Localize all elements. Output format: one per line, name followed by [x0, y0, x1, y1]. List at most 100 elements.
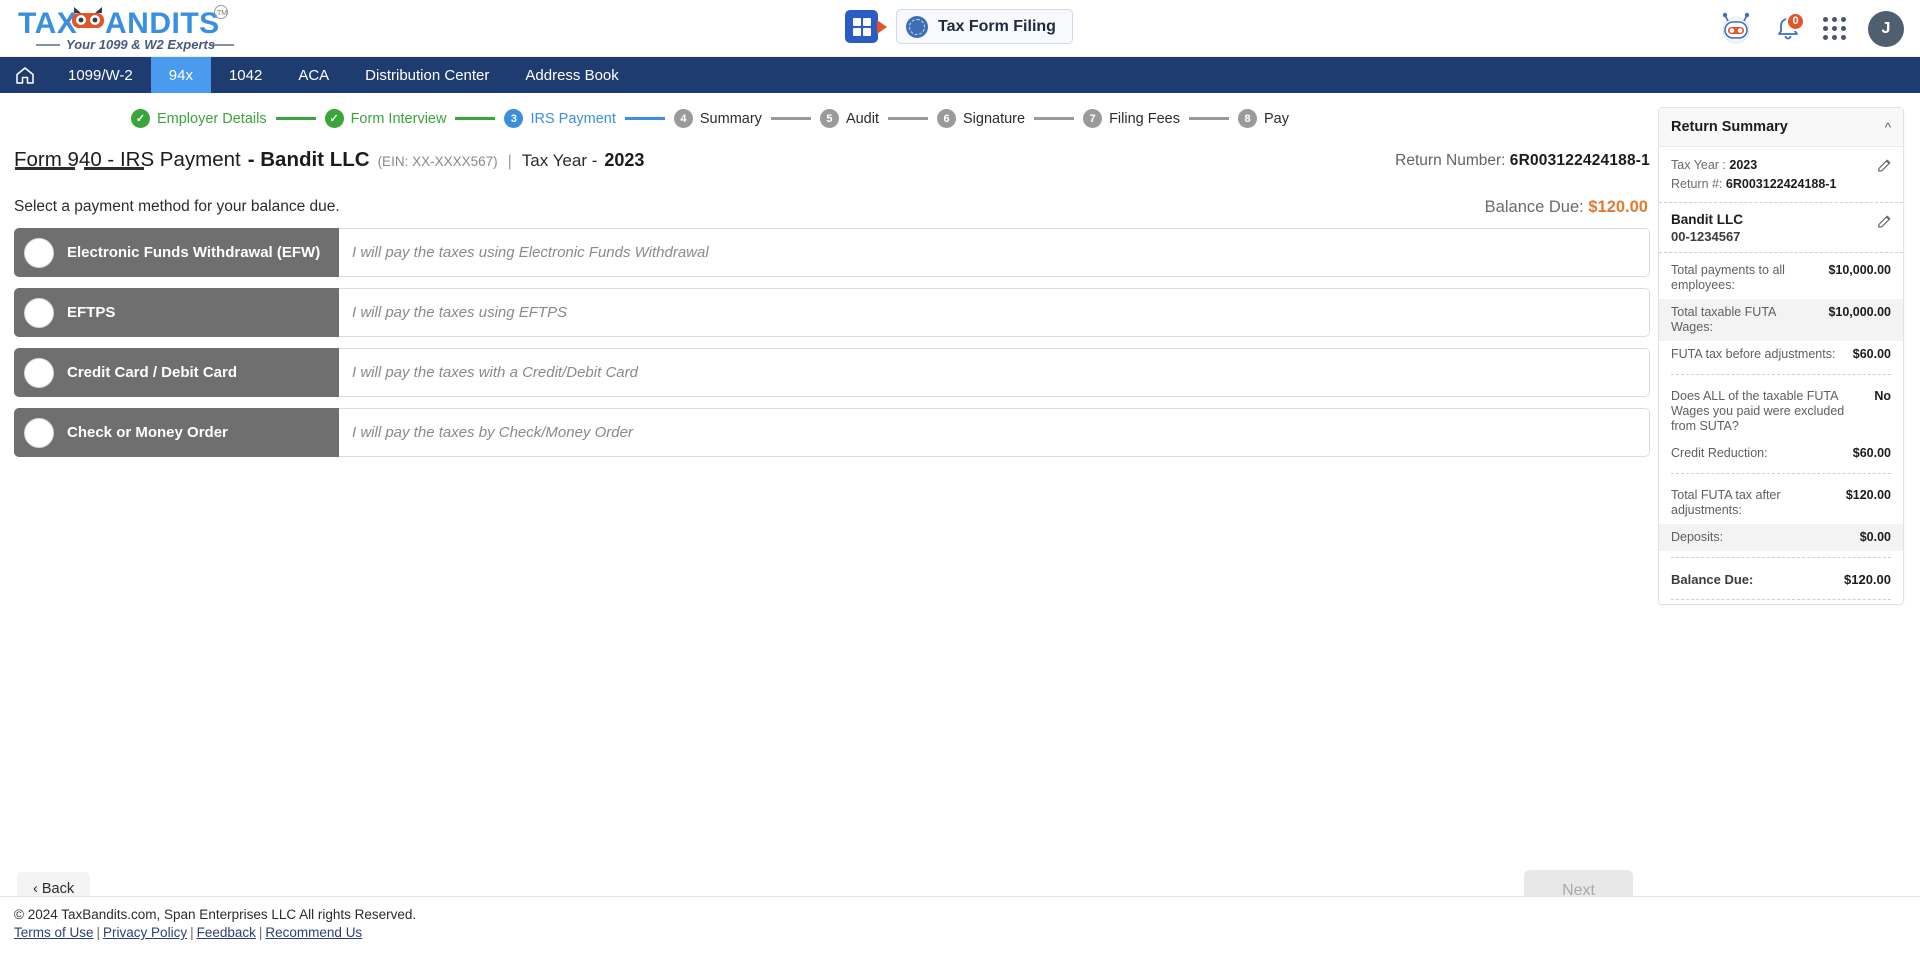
summary-balance-due-value: $120.00: [1844, 572, 1891, 587]
summary-org-ein: 00-1234567: [1671, 229, 1741, 244]
footer-link-recommend-us[interactable]: Recommend Us: [265, 925, 362, 940]
summary-row-key: Deposits:: [1671, 530, 1724, 544]
step-filing-fees[interactable]: 7 Filing Fees: [1083, 109, 1180, 128]
home-icon[interactable]: [0, 57, 50, 93]
radio-button-credit-debit-card[interactable]: [24, 357, 54, 388]
step-number: 4: [673, 109, 693, 128]
summary-return-value: 6R003122424188-1: [1725, 177, 1837, 191]
link-separator: |: [96, 925, 101, 940]
summary-row-value: $10,000.00: [1828, 305, 1891, 319]
payment-option-right: I will pay the taxes using Electronic Fu…: [339, 228, 1650, 277]
svg-text:TAX: TAX: [18, 7, 77, 40]
instruction-text: Select a payment method for your balance…: [14, 198, 340, 215]
bot-svg: [1722, 12, 1750, 43]
chevron-up-icon[interactable]: ^: [1885, 120, 1891, 135]
summary-row-key: Credit Reduction:: [1671, 446, 1768, 460]
summary-row: Deposits: $0.00: [1659, 524, 1903, 551]
nav-item-94x[interactable]: 94x: [150, 57, 211, 93]
summary-divider: [1671, 374, 1891, 375]
summary-row-key: Total FUTA tax after adjustments:: [1671, 488, 1781, 517]
step-audit[interactable]: 5 Audit: [819, 109, 879, 128]
payment-option-description: I will pay the taxes with a Credit/Debit…: [352, 364, 638, 381]
summary-balance-due-row: Balance Due: $120.00: [1659, 566, 1903, 593]
balance-due-label: Balance Due:: [1484, 198, 1584, 216]
step-irs-payment[interactable]: 3 IRS Payment: [504, 109, 616, 128]
step-connector: [624, 117, 665, 120]
footer-link-feedback[interactable]: Feedback: [197, 925, 256, 940]
page-footer: © 2024 TaxBandits.com, Span Enterprises …: [0, 896, 1920, 953]
bot-assistant-icon[interactable]: [1719, 12, 1753, 46]
step-form-interview[interactable]: ✓ Form Interview: [324, 109, 446, 128]
center-app-switcher: Tax Form Filing: [845, 9, 1073, 44]
nav-item-address-book[interactable]: Address Book: [507, 57, 636, 93]
step-number: 6: [937, 109, 956, 128]
payment-option-efw[interactable]: Electronic Funds Withdrawal (EFW) I will…: [14, 228, 1650, 277]
notification-bell-icon[interactable]: 0: [1775, 11, 1805, 43]
edit-organization-pencil-icon[interactable]: [1877, 214, 1892, 229]
step-label: Filing Fees: [1109, 110, 1180, 127]
summary-tax-year-value: 2023: [1729, 158, 1758, 172]
nav-item-1042[interactable]: 1042: [211, 57, 280, 93]
step-employer-details[interactable]: ✓ Employer Details: [130, 109, 267, 128]
payment-option-label: Credit Card / Debit Card: [67, 364, 238, 381]
tax-year-label: Tax Year -: [521, 151, 598, 170]
nav-item-1099-w2[interactable]: 1099/W-2: [50, 57, 151, 93]
return-summary-card: Return Summary ^ Tax Year : 2023 Return …: [1658, 107, 1904, 605]
footer-link-terms-of-use[interactable]: Terms of Use: [14, 925, 94, 940]
nav-item-distribution-center[interactable]: Distribution Center: [347, 57, 507, 93]
step-label: IRS Payment: [530, 110, 616, 127]
home-svg: [16, 66, 34, 84]
irs-seal-icon: [906, 15, 928, 38]
instruction-row: Select a payment method for your balance…: [0, 172, 1650, 216]
edit-return-pencil-icon[interactable]: [1877, 158, 1892, 173]
payment-option-credit-debit-card[interactable]: Credit Card / Debit Card I will pay the …: [14, 348, 1650, 397]
step-signature[interactable]: 6 Signature: [937, 109, 1025, 128]
step-summary[interactable]: 4 Summary: [673, 109, 762, 128]
payment-option-left: Credit Card / Debit Card: [14, 348, 339, 397]
return-meta-block: Tax Year : 2023 Return #: 6R003122424188…: [1659, 147, 1903, 203]
payment-option-description: I will pay the taxes by Check/Money Orde…: [352, 424, 633, 441]
step-pay[interactable]: 8 Pay: [1238, 109, 1289, 128]
tax-form-filing-button[interactable]: Tax Form Filing: [896, 9, 1073, 44]
return-summary-column: Return Summary ^ Tax Year : 2023 Return …: [1650, 93, 1920, 946]
return-number: Return Number: 6R003122424188-1: [1395, 152, 1650, 170]
step-connector: [275, 117, 316, 120]
payment-option-label: EFTPS: [67, 304, 116, 321]
progress-stepper: ✓ Employer Details ✓ Form Interview 3 IR…: [0, 93, 1650, 134]
summary-total-group: Balance Due: $120.00: [1659, 562, 1903, 595]
nav-item-aca[interactable]: ACA: [280, 57, 347, 93]
user-avatar[interactable]: J: [1868, 10, 1904, 47]
main-content: ✓ Employer Details ✓ Form Interview 3 IR…: [0, 93, 1650, 946]
return-summary-header[interactable]: Return Summary ^: [1659, 108, 1903, 147]
svg-text:Your 1099 & W2 Experts: Your 1099 & W2 Experts: [66, 37, 215, 52]
apps-grid-icon[interactable]: [1823, 17, 1846, 40]
step-label: Employer Details: [156, 110, 267, 127]
summary-row-key: FUTA tax before adjustments:: [1671, 347, 1836, 361]
grid-badge-icon[interactable]: [845, 10, 887, 43]
tax-year-value: 2023: [604, 150, 645, 170]
step-number: 5: [819, 109, 839, 128]
summary-row: Total FUTA tax after adjustments: $120.0…: [1659, 482, 1903, 524]
radio-button-efw[interactable]: [24, 237, 54, 268]
taxbandits-logo[interactable]: TAX ANDITS TM Your 1099 & W2 Experts: [0, 3, 239, 53]
summary-org-name: Bandit LLC: [1671, 212, 1743, 227]
footer-link-privacy-policy[interactable]: Privacy Policy: [103, 925, 187, 940]
payment-option-label: Electronic Funds Withdrawal (EFW): [67, 244, 321, 261]
svg-text:TM: TM: [217, 10, 227, 17]
summary-row-value: $60.00: [1852, 446, 1891, 460]
step-label: Signature: [963, 110, 1026, 127]
payment-option-right: I will pay the taxes using EFTPS: [339, 288, 1650, 337]
payment-option-left: Electronic Funds Withdrawal (EFW): [14, 228, 339, 277]
radio-button-check-money-order[interactable]: [24, 417, 54, 448]
step-connector: [1189, 117, 1229, 120]
payment-option-eftps[interactable]: EFTPS I will pay the taxes using EFTPS: [14, 288, 1650, 337]
page-body: ✓ Employer Details ✓ Form Interview 3 IR…: [0, 93, 1920, 946]
link-separator: |: [190, 925, 194, 940]
page-title-row: Form 940 - IRS Payment - Bandit LLC (EIN…: [0, 134, 1650, 172]
pencil-svg: [1877, 159, 1891, 172]
summary-row-key: Does ALL of the taxable FUTA Wages you p…: [1671, 389, 1845, 433]
radio-button-eftps[interactable]: [24, 297, 54, 328]
payment-option-check-money-order[interactable]: Check or Money Order I will pay the taxe…: [14, 408, 1650, 457]
pencil-svg: [1877, 215, 1891, 228]
summary-tax-year-label: Tax Year :: [1671, 158, 1726, 172]
